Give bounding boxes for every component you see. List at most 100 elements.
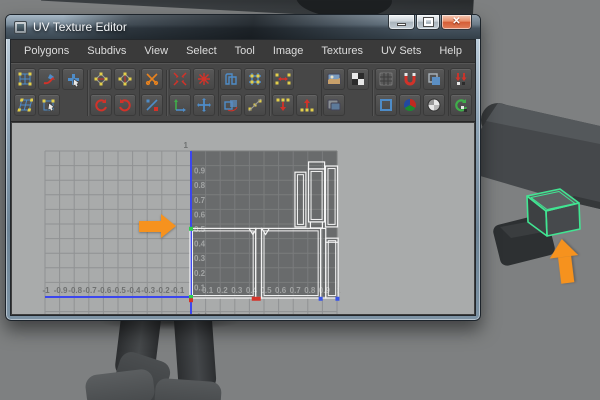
image-range-icon bbox=[327, 99, 341, 110]
move-uv-shell-icon bbox=[68, 73, 80, 87]
toolbar bbox=[11, 63, 475, 122]
unfold-v-button[interactable] bbox=[113, 67, 136, 90]
snap-down-icon bbox=[276, 98, 289, 111]
titlebar[interactable]: UV Texture Editor ✕ bbox=[6, 15, 480, 39]
svg-text:0.8: 0.8 bbox=[194, 181, 206, 190]
toolbar-group bbox=[141, 67, 163, 118]
toolbar-separator bbox=[85, 69, 89, 116]
grid-uv-icon bbox=[249, 72, 261, 85]
uv-lattice-button[interactable] bbox=[14, 67, 36, 90]
uv-editor-arrow bbox=[139, 214, 176, 238]
uv-smudge-button[interactable] bbox=[38, 67, 60, 90]
uv-smear-button[interactable] bbox=[38, 93, 60, 116]
svg-text:0.8: 0.8 bbox=[304, 286, 316, 295]
alpha-channel-button[interactable] bbox=[422, 93, 445, 116]
uv-canvas[interactable]: -1 -0.9 -0.8 -0.7 -0.6 -0.5 -0.4 -0.3 -0.2 -0.1 0.… bbox=[12, 123, 474, 314]
magnet-snap-icon bbox=[404, 72, 415, 85]
minimize-button[interactable] bbox=[388, 15, 415, 30]
svg-text:0.7: 0.7 bbox=[194, 196, 206, 205]
robot-foot-right[interactable] bbox=[153, 377, 223, 400]
unfold-u-button[interactable] bbox=[89, 67, 112, 90]
image-display-button[interactable] bbox=[323, 67, 345, 90]
rotate-cw-icon bbox=[118, 98, 131, 111]
dim-image-button[interactable] bbox=[374, 67, 397, 90]
toolbar-group bbox=[374, 67, 445, 118]
svg-text:0.3: 0.3 bbox=[231, 286, 243, 295]
snap-up-button[interactable] bbox=[295, 93, 318, 116]
svg-text:-0.2: -0.2 bbox=[156, 286, 170, 295]
grid-uv-button[interactable] bbox=[244, 67, 266, 90]
image-range-button[interactable] bbox=[323, 93, 345, 116]
contract-edges-button[interactable] bbox=[168, 67, 191, 90]
move-vertex-button[interactable] bbox=[192, 93, 215, 116]
toolbar-group bbox=[323, 67, 369, 118]
svg-text:0.4: 0.4 bbox=[194, 240, 206, 249]
checker-display-button[interactable] bbox=[347, 67, 369, 90]
toolbar-group bbox=[89, 67, 136, 118]
align-dots-icon bbox=[248, 98, 262, 111]
svg-text:0.3: 0.3 bbox=[194, 254, 206, 263]
maximize-icon bbox=[422, 17, 434, 27]
snap-down-button[interactable] bbox=[271, 93, 294, 116]
shell-border-button[interactable] bbox=[374, 93, 397, 116]
shell-border-icon bbox=[379, 98, 392, 111]
contract-edges-icon bbox=[172, 71, 187, 86]
move-uv-shell-button[interactable] bbox=[62, 67, 84, 90]
overlap-shells-button[interactable] bbox=[422, 67, 445, 90]
layout-uv-button[interactable] bbox=[220, 67, 242, 90]
rotate-ccw-button[interactable] bbox=[89, 93, 112, 116]
align-dots-button[interactable] bbox=[244, 93, 266, 116]
svg-text:-0.1: -0.1 bbox=[171, 286, 185, 295]
spread-horizontal-icon bbox=[275, 73, 290, 84]
menu-item-image[interactable]: Image bbox=[264, 40, 313, 62]
rgb-channels-button[interactable] bbox=[398, 93, 421, 116]
uv-lattice2-button[interactable] bbox=[14, 93, 36, 116]
rotate-cw-button[interactable] bbox=[113, 93, 136, 116]
menu-item-help[interactable]: Help bbox=[430, 40, 471, 62]
svg-text:-0.9: -0.9 bbox=[54, 286, 68, 295]
rotate-ccw-icon bbox=[94, 98, 107, 111]
robot-foot-left[interactable] bbox=[84, 367, 156, 400]
svg-text:-0.6: -0.6 bbox=[98, 286, 112, 295]
scene-cube-arrow bbox=[547, 237, 582, 285]
merge-uv-button[interactable] bbox=[192, 67, 215, 90]
flip-shell-icon bbox=[224, 99, 238, 111]
menu-item-uv-sets[interactable]: UV Sets bbox=[372, 40, 430, 62]
sew-uv-button[interactable] bbox=[141, 93, 163, 116]
refresh-uv-button[interactable] bbox=[450, 93, 472, 116]
uv-smudge-icon bbox=[43, 73, 55, 84]
flip-shell-button[interactable] bbox=[220, 93, 242, 116]
minimize-icon bbox=[397, 22, 406, 26]
svg-text:1: 1 bbox=[184, 141, 189, 150]
pixel-snap-button[interactable] bbox=[450, 67, 472, 90]
close-button[interactable]: ✕ bbox=[441, 15, 472, 30]
toolbar-separator bbox=[445, 69, 449, 116]
menu-item-tool[interactable]: Tool bbox=[226, 40, 264, 62]
cut-uv-button[interactable] bbox=[141, 67, 163, 90]
menu-item-polygons[interactable]: Polygons bbox=[15, 40, 78, 62]
menu-item-select[interactable]: Select bbox=[177, 40, 226, 62]
toolbar-separator bbox=[215, 69, 219, 116]
magnet-snap-button[interactable] bbox=[398, 67, 421, 90]
axis-orient-button[interactable] bbox=[168, 93, 191, 116]
toolbar-group bbox=[220, 67, 266, 118]
svg-text:-0.5: -0.5 bbox=[112, 286, 126, 295]
toolbar-separator bbox=[136, 69, 140, 116]
unfold-v-icon bbox=[118, 72, 131, 85]
menu-item-view[interactable]: View bbox=[135, 40, 177, 62]
app-icon[interactable] bbox=[14, 20, 27, 34]
uv-lattice2-icon bbox=[17, 98, 33, 111]
spread-horizontal-button[interactable] bbox=[271, 67, 294, 90]
alpha-channel-icon bbox=[427, 98, 440, 111]
maximize-button[interactable] bbox=[416, 15, 440, 30]
image-display-icon bbox=[327, 73, 341, 84]
menu-item-textures[interactable]: Textures bbox=[312, 40, 372, 62]
pixel-snap-icon bbox=[455, 72, 467, 85]
svg-text:-1: -1 bbox=[42, 286, 50, 295]
svg-text:0.9: 0.9 bbox=[194, 167, 206, 176]
toolbar-group bbox=[14, 67, 84, 118]
robot-arm-right[interactable] bbox=[470, 103, 600, 209]
menu-item-subdivs[interactable]: Subdivs bbox=[78, 40, 135, 62]
robot-legs[interactable] bbox=[0, 314, 600, 400]
